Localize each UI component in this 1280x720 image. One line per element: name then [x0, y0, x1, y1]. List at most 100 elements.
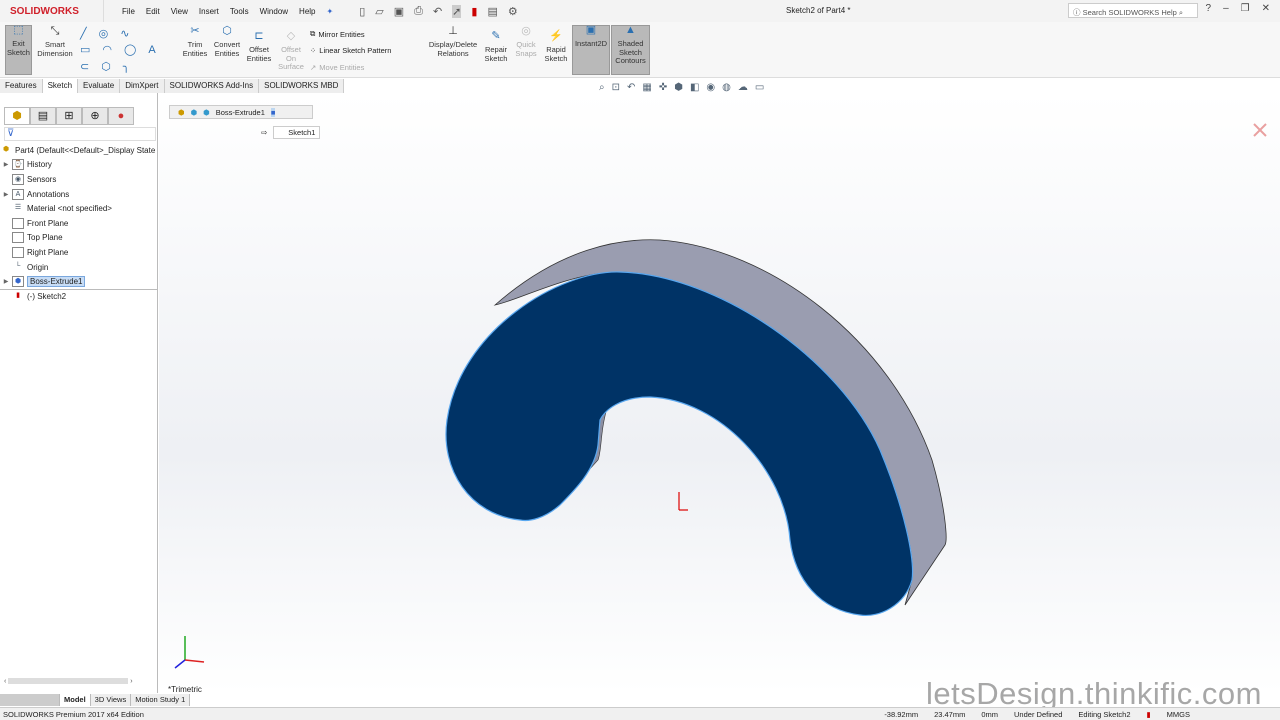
feature-manager-panel: ⬢ ▤ ⊞ ⊕ ● ⊽ ⬢ Part4 (Default<<Default>_Di…: [0, 93, 158, 693]
dynamic-annotation-icon[interactable]: ✜: [659, 82, 667, 93]
property-manager-tab-icon[interactable]: ▤: [30, 107, 56, 125]
tree-item-right-plane[interactable]: Right Plane: [0, 245, 158, 260]
search-icon[interactable]: ⌕: [1179, 8, 1183, 17]
spline-icon[interactable]: ∿: [120, 27, 129, 40]
tree-item-boss-extrude1[interactable]: ▶ ⬢ Boss-Extrude1: [0, 274, 158, 289]
help-question-icon[interactable]: ?: [1206, 3, 1212, 14]
instant2d-icon: ▣: [585, 24, 597, 36]
zoom-area-icon[interactable]: ⊡: [612, 82, 620, 93]
polygon-icon[interactable]: ⬡: [101, 60, 111, 73]
circle-icon[interactable]: ◎: [99, 27, 109, 40]
dimxpert-manager-tab-icon[interactable]: ⊕: [82, 107, 108, 125]
help-search-input[interactable]: ⓘ Search SOLIDWORKS Help ⌕: [1068, 3, 1198, 18]
open-icon[interactable]: ▱: [375, 5, 383, 18]
expand-arrow-icon[interactable]: ▶: [0, 191, 12, 198]
previous-view-icon[interactable]: ↶: [627, 82, 635, 93]
edit-appearance-icon[interactable]: ◍: [722, 82, 731, 93]
offset-on-surface-button[interactable]: ◇ Offset On Surface: [276, 31, 306, 72]
text-icon[interactable]: A: [148, 44, 155, 56]
convert-entities-button[interactable]: ⬡ Convert Entities: [211, 26, 243, 58]
horizontal-scrollbar[interactable]: ‹ ›: [4, 678, 154, 686]
mirror-entities-button[interactable]: ⧉ Mirror Entities: [310, 29, 365, 39]
menu-tools[interactable]: Tools: [230, 7, 249, 16]
line-icon[interactable]: ╱: [80, 27, 87, 40]
tab-mbd[interactable]: SOLIDWORKS MBD: [259, 79, 345, 93]
options-gear-icon[interactable]: ⚙: [508, 5, 518, 18]
menu-help[interactable]: Help: [299, 7, 315, 16]
trim-entities-button[interactable]: ✂ Trim Entities: [180, 26, 210, 58]
tree-item-top-plane[interactable]: Top Plane: [0, 231, 158, 246]
tree-item-annotations[interactable]: ▶ A Annotations: [0, 187, 158, 202]
file-properties-icon[interactable]: ▤: [487, 5, 497, 18]
slot-icon[interactable]: ⊂: [80, 60, 89, 73]
tab-3d-views[interactable]: 3D Views: [90, 694, 132, 706]
solidworks-logo[interactable]: SOLIDWORKS: [0, 0, 104, 22]
repair-sketch-button[interactable]: ✎ Repair Sketch: [482, 31, 510, 63]
tree-item-origin[interactable]: └ Origin: [0, 260, 158, 275]
offset-entities-button[interactable]: ⊏ Offset Entities: [244, 31, 274, 63]
display-style-icon[interactable]: ◧: [690, 82, 699, 93]
tab-sketch[interactable]: Sketch: [42, 79, 79, 93]
display-manager-tab-icon[interactable]: ●: [108, 107, 134, 125]
hide-show-icon[interactable]: ◉: [706, 82, 715, 93]
configuration-manager-tab-icon[interactable]: ⊞: [56, 107, 82, 125]
exit-sketch-button[interactable]: ⬚ Exit Sketch: [5, 25, 32, 75]
tab-model[interactable]: Model: [60, 694, 91, 706]
section-view-icon[interactable]: ▦: [642, 82, 651, 93]
smart-dimension-button[interactable]: ⤡ Smart Dimension: [35, 26, 75, 58]
print-icon[interactable]: ⎙: [414, 5, 423, 18]
menu-edit[interactable]: Edit: [146, 7, 160, 16]
menu-view[interactable]: View: [171, 7, 188, 16]
zoom-to-fit-icon[interactable]: ⌕: [599, 82, 605, 93]
menu-bar: File Edit View Insert Tools Window Help …: [122, 7, 333, 16]
tree-item-sketch2[interactable]: ▮ (-) Sketch2: [0, 288, 158, 304]
pin-icon[interactable]: ✦: [327, 7, 334, 16]
feature-manager-tab-icon[interactable]: ⬢: [4, 107, 30, 125]
ellipse-icon[interactable]: ◯: [124, 43, 136, 56]
quick-access-toolbar: ▯ ▱ ▣ ⎙ ↶ ➚ ▮ ▤ ⚙: [359, 4, 518, 18]
menu-window[interactable]: Window: [260, 7, 288, 16]
fillet-icon[interactable]: ╮: [123, 60, 130, 73]
tree-item-material[interactable]: ☰ Material <not specified>: [0, 201, 158, 216]
tab-scroll-arrows[interactable]: [0, 694, 60, 706]
graphics-area[interactable]: ⬢ ⬢ ⬢ Boss-Extrude1 ■ ⇨ Sketch1 ⌕ ⊡ ↶ ▦ ✜…: [159, 82, 1280, 693]
filter-icon[interactable]: ⊽: [4, 127, 156, 141]
rectangle-icon[interactable]: ▭: [80, 43, 90, 56]
tree-item-front-plane[interactable]: Front Plane: [0, 216, 158, 231]
tree-item-history[interactable]: ▶ ⌚ History: [0, 158, 158, 173]
rebuild-status-icon[interactable]: ▮: [1147, 710, 1151, 719]
heads-up-view-toolbar: ⌕ ⊡ ↶ ▦ ✜ ⬢ ◧ ◉ ◍ ☁ ▭: [599, 82, 764, 93]
tab-features[interactable]: Features: [0, 79, 43, 93]
new-icon[interactable]: ▯: [359, 5, 365, 18]
undo-icon[interactable]: ↶: [433, 5, 442, 18]
expand-arrow-icon[interactable]: ▶: [0, 161, 12, 168]
menu-file[interactable]: File: [122, 7, 135, 16]
rebuild-icon[interactable]: ▮: [471, 5, 477, 18]
select-icon[interactable]: ➚: [452, 4, 462, 18]
menu-insert[interactable]: Insert: [199, 7, 219, 16]
quick-snaps-button[interactable]: ◎ Quick Snaps: [512, 26, 540, 58]
rapid-sketch-button[interactable]: ⚡ Rapid Sketch: [542, 31, 570, 63]
restore-button[interactable]: ❐: [1241, 3, 1250, 14]
display-delete-relations-button[interactable]: ⊥ Display/Delete Relations: [426, 26, 480, 58]
view-settings-icon[interactable]: ▭: [755, 82, 764, 93]
close-button[interactable]: ✕: [1262, 3, 1270, 14]
minimize-button[interactable]: –: [1223, 3, 1229, 14]
expand-arrow-icon[interactable]: ▶: [0, 278, 12, 285]
instant2d-button[interactable]: ▣ Instant2D: [572, 25, 610, 75]
tab-dimxpert[interactable]: DimXpert: [120, 79, 165, 93]
units-selector[interactable]: MMGS: [1167, 710, 1190, 719]
annotations-folder-icon: A: [12, 188, 24, 200]
tab-evaluate[interactable]: Evaluate: [78, 79, 121, 93]
tab-motion-study[interactable]: Motion Study 1: [131, 694, 191, 706]
tree-item-sensors[interactable]: ◉ Sensors: [0, 172, 158, 187]
scene-icon[interactable]: ☁: [738, 82, 748, 93]
tab-addins[interactable]: SOLIDWORKS Add-Ins: [164, 79, 260, 93]
arc-icon[interactable]: ◠: [102, 43, 112, 56]
move-entities-button[interactable]: ↗ Move Entities: [310, 63, 364, 72]
shaded-sketch-contours-button[interactable]: ▲ Shaded Sketch Contours: [611, 25, 650, 75]
save-icon[interactable]: ▣: [394, 5, 404, 18]
linear-sketch-pattern-button[interactable]: ⁘ Linear Sketch Pattern: [310, 46, 391, 55]
tree-root-part[interactable]: ⬢ Part4 (Default<<Default>_Display State: [0, 143, 158, 158]
view-orientation-icon[interactable]: ⬢: [674, 82, 683, 93]
